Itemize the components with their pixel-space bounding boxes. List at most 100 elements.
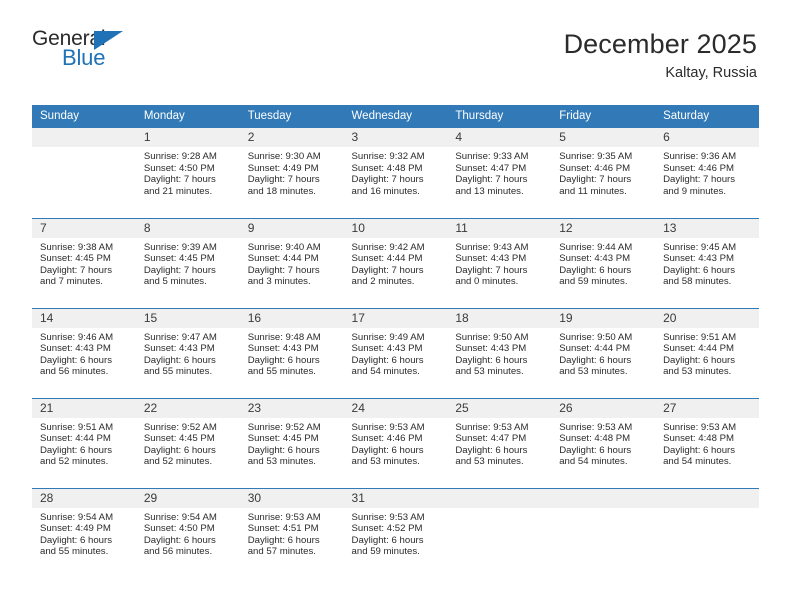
day-number: 28	[32, 488, 136, 508]
daylight-text-line1: Daylight: 7 hours	[559, 174, 632, 186]
day-cell[interactable]: 26 Sunrise: 9:53 AM Sunset: 4:48 PM Dayl…	[551, 397, 656, 488]
day-number: 15	[135, 308, 240, 328]
day-cell[interactable]: 7 Sunrise: 9:38 AM Sunset: 4:45 PM Dayli…	[32, 217, 136, 308]
sunrise-text: Sunrise: 9:51 AM	[663, 331, 737, 343]
sunrise-text: Sunrise: 9:50 AM	[455, 331, 529, 343]
day-cell[interactable]: 22 Sunrise: 9:52 AM Sunset: 4:45 PM Dayl…	[135, 397, 240, 488]
daylight-text-line2: and 55 minutes.	[40, 546, 109, 558]
sunrise-text: Sunrise: 9:42 AM	[351, 241, 425, 253]
day-details: Sunrise: 9:33 AM Sunset: 4:47 PM Dayligh…	[447, 147, 551, 197]
day-details: Sunrise: 9:43 AM Sunset: 4:43 PM Dayligh…	[447, 238, 551, 288]
daylight-text-line2: and 9 minutes.	[663, 185, 726, 197]
sunrise-text: Sunrise: 9:52 AM	[143, 421, 217, 433]
day-cell[interactable]: 15 Sunrise: 9:47 AM Sunset: 4:43 PM Dayl…	[135, 307, 240, 398]
day-cell[interactable]: 25 Sunrise: 9:53 AM Sunset: 4:47 PM Dayl…	[447, 397, 552, 488]
daylight-text-line2: and 53 minutes.	[559, 366, 628, 378]
day-cell[interactable]: 21 Sunrise: 9:51 AM Sunset: 4:44 PM Dayl…	[32, 397, 136, 488]
sunset-text: Sunset: 4:43 PM	[455, 343, 527, 355]
daylight-text-line1: Daylight: 6 hours	[663, 264, 736, 276]
day-cell[interactable]: 17 Sunrise: 9:49 AM Sunset: 4:43 PM Dayl…	[343, 307, 448, 398]
daylight-text-line1: Daylight: 6 hours	[247, 354, 320, 366]
day-number: 7	[32, 218, 136, 238]
day-cell[interactable]: 8 Sunrise: 9:39 AM Sunset: 4:45 PM Dayli…	[135, 217, 240, 308]
brand-name-blue: Blue	[62, 45, 106, 70]
column-header-sunday: Sunday	[32, 105, 136, 128]
sunset-text: Sunset: 4:44 PM	[40, 433, 111, 445]
day-cell[interactable]: 14 Sunrise: 9:46 AM Sunset: 4:43 PM Dayl…	[32, 307, 136, 398]
day-cell[interactable]: 23 Sunrise: 9:52 AM Sunset: 4:45 PM Dayl…	[239, 397, 344, 488]
day-cell[interactable]: 30 Sunrise: 9:53 AM Sunset: 4:51 PM Dayl…	[239, 487, 344, 578]
day-cell[interactable]: 2 Sunrise: 9:30 AM Sunset: 4:49 PM Dayli…	[239, 128, 344, 218]
sunrise-text: Sunrise: 9:40 AM	[247, 241, 321, 253]
sunrise-text: Sunrise: 9:46 AM	[40, 331, 114, 343]
daylight-text-line2: and 58 minutes.	[663, 276, 732, 288]
brand-logo[interactable]: General Blue	[32, 28, 137, 74]
daylight-text-line1: Daylight: 6 hours	[455, 444, 528, 456]
day-cell[interactable]: 29 Sunrise: 9:54 AM Sunset: 4:50 PM Dayl…	[135, 487, 240, 578]
day-cell[interactable]: 12 Sunrise: 9:44 AM Sunset: 4:43 PM Dayl…	[551, 217, 656, 308]
sunrise-text: Sunrise: 9:35 AM	[559, 151, 633, 162]
week-row: 14 Sunrise: 9:46 AM Sunset: 4:43 PM Dayl…	[32, 307, 759, 398]
sunrise-text: Sunrise: 9:33 AM	[455, 151, 529, 162]
day-cell[interactable]: 3 Sunrise: 9:32 AM Sunset: 4:48 PM Dayli…	[343, 128, 448, 218]
day-number: 12	[551, 218, 656, 238]
daylight-text-line1: Daylight: 6 hours	[559, 354, 632, 366]
sunset-text: Sunset: 4:52 PM	[351, 523, 423, 535]
title-block: December 2025 Kaltay, Russia	[564, 28, 757, 83]
daylight-text-line2: and 16 minutes.	[351, 185, 420, 197]
day-cell[interactable]: 28 Sunrise: 9:54 AM Sunset: 4:49 PM Dayl…	[32, 487, 136, 578]
day-cell[interactable]: 1 Sunrise: 9:28 AM Sunset: 4:50 PM Dayli…	[135, 128, 240, 218]
day-cell	[32, 128, 136, 218]
day-number: 3	[343, 128, 448, 147]
day-cell[interactable]: 13 Sunrise: 9:45 AM Sunset: 4:43 PM Dayl…	[655, 217, 759, 308]
sunrise-text: Sunrise: 9:47 AM	[143, 331, 217, 343]
day-number: 26	[551, 398, 656, 418]
daylight-text-line1: Daylight: 6 hours	[247, 534, 320, 546]
sunset-text: Sunset: 4:47 PM	[455, 433, 527, 445]
daylight-text-line1: Daylight: 6 hours	[40, 444, 112, 456]
day-number: 29	[135, 488, 240, 508]
day-cell[interactable]: 18 Sunrise: 9:50 AM Sunset: 4:43 PM Dayl…	[447, 307, 552, 398]
daylight-text-line1: Daylight: 7 hours	[143, 264, 216, 276]
sunset-text: Sunset: 4:43 PM	[455, 253, 527, 265]
sunset-text: Sunset: 4:50 PM	[143, 523, 215, 535]
day-cell[interactable]: 6 Sunrise: 9:36 AM Sunset: 4:46 PM Dayli…	[655, 128, 759, 218]
day-cell	[447, 487, 552, 578]
day-number: 19	[551, 308, 656, 328]
day-cell[interactable]: 31 Sunrise: 9:53 AM Sunset: 4:52 PM Dayl…	[343, 487, 448, 578]
day-details: Sunrise: 9:45 AM Sunset: 4:43 PM Dayligh…	[655, 238, 759, 288]
sunset-text: Sunset: 4:44 PM	[559, 343, 631, 355]
day-cell[interactable]: 4 Sunrise: 9:33 AM Sunset: 4:47 PM Dayli…	[447, 128, 552, 218]
day-cell[interactable]: 10 Sunrise: 9:42 AM Sunset: 4:44 PM Dayl…	[343, 217, 448, 308]
day-cell[interactable]: 16 Sunrise: 9:48 AM Sunset: 4:43 PM Dayl…	[239, 307, 344, 398]
day-cell[interactable]: 24 Sunrise: 9:53 AM Sunset: 4:46 PM Dayl…	[343, 397, 448, 488]
day-details: Sunrise: 9:52 AM Sunset: 4:45 PM Dayligh…	[136, 418, 240, 468]
day-details: Sunrise: 9:35 AM Sunset: 4:46 PM Dayligh…	[551, 147, 655, 197]
day-details: Sunrise: 9:53 AM Sunset: 4:48 PM Dayligh…	[551, 418, 655, 468]
column-header-friday: Friday	[551, 105, 656, 128]
day-details: Sunrise: 9:53 AM Sunset: 4:47 PM Dayligh…	[447, 418, 551, 468]
sunset-text: Sunset: 4:44 PM	[351, 253, 423, 265]
day-cell[interactable]: 9 Sunrise: 9:40 AM Sunset: 4:44 PM Dayli…	[239, 217, 344, 308]
sunset-text: Sunset: 4:43 PM	[143, 343, 215, 355]
day-cell[interactable]: 11 Sunrise: 9:43 AM Sunset: 4:43 PM Dayl…	[447, 217, 552, 308]
sunset-text: Sunset: 4:46 PM	[559, 162, 631, 174]
sunrise-text: Sunrise: 9:48 AM	[247, 331, 321, 343]
day-cell[interactable]: 27 Sunrise: 9:53 AM Sunset: 4:48 PM Dayl…	[655, 397, 759, 488]
day-details: Sunrise: 9:30 AM Sunset: 4:49 PM Dayligh…	[240, 147, 344, 197]
day-cell[interactable]: 5 Sunrise: 9:35 AM Sunset: 4:46 PM Dayli…	[551, 128, 656, 218]
day-number	[447, 488, 552, 508]
day-cell[interactable]: 20 Sunrise: 9:51 AM Sunset: 4:44 PM Dayl…	[655, 307, 759, 398]
daylight-text-line2: and 53 minutes.	[455, 456, 524, 468]
daylight-text-line2: and 56 minutes.	[40, 366, 109, 378]
sunset-text: Sunset: 4:48 PM	[351, 162, 423, 174]
sunrise-text: Sunrise: 9:53 AM	[351, 421, 425, 433]
day-cell[interactable]: 19 Sunrise: 9:50 AM Sunset: 4:44 PM Dayl…	[551, 307, 656, 398]
daylight-text-line2: and 54 minutes.	[351, 366, 420, 378]
daylight-text-line1: Daylight: 7 hours	[247, 174, 320, 186]
column-header-tuesday: Tuesday	[239, 105, 344, 128]
daylight-text-line1: Daylight: 6 hours	[351, 444, 424, 456]
daylight-text-line2: and 52 minutes.	[143, 456, 213, 468]
daylight-text-line2: and 55 minutes.	[247, 366, 316, 378]
calendar-body: 1 Sunrise: 9:28 AM Sunset: 4:50 PM Dayli…	[32, 128, 759, 578]
